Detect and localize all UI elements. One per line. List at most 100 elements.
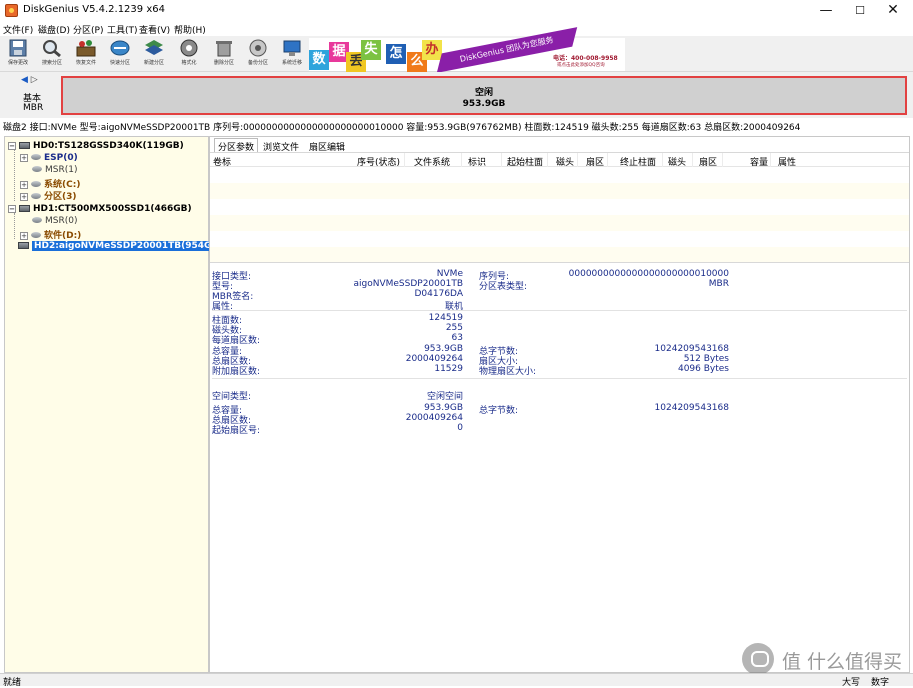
table-row[interactable] — [210, 167, 909, 183]
detail-value: 2000409264 — [405, 413, 463, 423]
system-migration-button[interactable]: 系统迁移 — [275, 38, 309, 70]
tree-disk-hd0[interactable]: − HD0:TS128GSSD340K(119GB) — [8, 141, 184, 153]
table-row[interactable] — [210, 247, 909, 263]
detail-value: 1024209543168 — [654, 403, 729, 413]
status-bar: 就绪 大写 数字 — [0, 673, 913, 688]
tree-partition-3[interactable]: + 分区(3) — [20, 189, 77, 202]
disk-details: 接口类型: NVMe 序列号: 000000000000000000000001… — [210, 263, 909, 672]
title-bar: DiskGenius V5.4.2.1239 x64 — ☐ ✕ — [0, 0, 913, 22]
collapse-icon[interactable]: − — [8, 205, 16, 213]
partition-icon — [31, 154, 41, 160]
expand-icon[interactable]: + — [20, 181, 28, 189]
menu-file[interactable]: 文件(F) — [3, 23, 33, 36]
free-space-block[interactable]: 空闲 953.9GB — [61, 76, 907, 115]
menu-disk[interactable]: 磁盘(D) — [38, 23, 70, 36]
tree-partition-msr[interactable]: MSR(0) — [32, 216, 77, 228]
menu-tools[interactable]: 工具(T) — [107, 23, 138, 36]
close-button[interactable]: ✕ — [878, 0, 908, 22]
expand-icon[interactable]: + — [20, 232, 28, 240]
search-partition-icon — [43, 40, 61, 58]
caps-lock-indicator: 大写 — [842, 678, 861, 688]
prev-disk-icon[interactable]: ◀ — [21, 75, 28, 85]
table-row[interactable] — [210, 215, 909, 231]
format-button[interactable]: 格式化 — [172, 38, 206, 70]
collapse-icon[interactable]: − — [8, 142, 16, 150]
table-row[interactable] — [210, 183, 909, 199]
search-partition-button[interactable]: 搜索分区 — [35, 38, 69, 70]
expand-icon[interactable]: + — [20, 193, 28, 201]
ad-banner[interactable]: 数 据 丢 失 怎 么 办 DiskGenius 团队为您服务 电话：400-0… — [309, 27, 625, 73]
disk-info-strip: 磁盘2 接口:NVMe 型号:aigoNVMeSSDP20001TB 序列号:0… — [0, 118, 913, 134]
partition-table-body — [210, 167, 909, 263]
new-partition-button[interactable]: 新建分区 — [137, 38, 171, 70]
partition-icon — [32, 217, 42, 223]
detail-value: 512 Bytes — [683, 354, 729, 364]
detail-value: MBR — [708, 279, 729, 289]
detail-divider — [212, 310, 907, 311]
new-partition-icon — [145, 40, 163, 55]
menu-view[interactable]: 查看(V) — [139, 23, 170, 36]
backup-partition-button[interactable]: 备份分区 — [241, 38, 275, 70]
quick-partition-button[interactable]: 快速分区 — [103, 38, 137, 70]
watermark-logo-icon — [742, 643, 774, 675]
detail-label: 空间类型: — [212, 392, 252, 402]
delete-partition-icon — [216, 41, 232, 57]
expand-icon[interactable]: + — [20, 154, 28, 162]
recover-files-icon — [76, 40, 96, 57]
app-icon — [5, 4, 18, 17]
hard-disk-icon — [19, 142, 30, 149]
watermark-text: 值 什么值得买 — [782, 651, 903, 673]
format-icon — [180, 39, 198, 57]
hard-disk-icon — [19, 205, 30, 212]
delete-partition-button[interactable]: 删除分区 — [207, 38, 241, 70]
menu-partition[interactable]: 分区(P) — [73, 23, 103, 36]
menu-bar: 文件(F) 磁盘(D) 分区(P) 工具(T) 查看(V) 帮助(H) — [0, 22, 913, 36]
detail-value: 953.9GB — [424, 403, 463, 413]
tree-line — [14, 149, 15, 201]
detail-label: 附加扇区数: — [212, 367, 261, 377]
detail-value: 1024209543168 — [654, 344, 729, 354]
free-space-label: 空闲 — [474, 88, 493, 98]
tab-sector-editor[interactable]: 扇区编辑 — [306, 139, 348, 153]
banner-phone: 电话：400-008-9958 — [553, 55, 618, 62]
tab-bar: 分区参数 浏览文件 扇区编辑 — [210, 137, 909, 153]
detail-label: 物理扇区大小: — [479, 367, 537, 377]
save-button[interactable]: 保存更改 — [1, 38, 35, 70]
partition-icon — [31, 193, 41, 199]
system-migration-icon — [283, 40, 301, 56]
quick-partition-icon — [110, 40, 130, 56]
partition-icon — [31, 232, 41, 238]
disk-info-text: 磁盘2 接口:NVMe 型号:aigoNVMeSSDP20001TB 序列号:0… — [3, 123, 801, 133]
tree-disk-hd1[interactable]: − HD1:CT500MX500SSD1(466GB) — [8, 204, 192, 216]
partition-table-header: 卷标 序号(状态) 文件系统 标识 起始柱面 磁头 扇区 终止柱面 磁头 扇区 … — [210, 153, 909, 168]
tree-disk-hd2[interactable]: HD2:aigoNVMeSSDP20001TB(954GB) — [18, 241, 225, 253]
banner-note: 或点击此处添加QQ咨询 — [557, 63, 605, 68]
tab-partition-params[interactable]: 分区参数 — [214, 138, 259, 153]
tree-partition-esp[interactable]: + ESP(0) — [20, 153, 78, 165]
maximize-button[interactable]: ☐ — [845, 0, 875, 22]
detail-value: 63 — [451, 333, 463, 343]
table-row[interactable] — [210, 199, 909, 215]
detail-value: NVMe — [436, 269, 463, 279]
detail-value: aigoNVMeSSDP20001TB — [353, 279, 463, 289]
disk-tree: − HD0:TS128GSSD340K(119GB) + ESP(0) MSR(1)… — [4, 136, 225, 673]
banner-char: 数 — [309, 50, 329, 70]
detail-value: D04176DA — [414, 289, 464, 299]
detail-value: 11529 — [434, 364, 463, 374]
partition-icon — [31, 181, 41, 187]
detail-value: 255 — [445, 323, 463, 333]
detail-label: 起始扇区号: — [212, 426, 261, 436]
recover-files-button[interactable]: 恢复文件 — [69, 38, 103, 70]
num-lock-indicator: 数字 — [871, 678, 890, 688]
detail-value: 4096 Bytes — [677, 364, 729, 374]
next-disk-icon[interactable]: ▷ — [31, 75, 38, 85]
tree-partition-software-d[interactable]: + 软件(D:) — [20, 228, 81, 241]
table-row[interactable] — [210, 231, 909, 247]
tab-browse-files[interactable]: 浏览文件 — [260, 139, 302, 153]
disk-map-bar: ◀ ▷ 基本 MBR 空闲 953.9GB — [0, 72, 913, 118]
tree-partition-msr[interactable]: MSR(1) — [32, 165, 77, 177]
menu-help[interactable]: 帮助(H) — [174, 23, 206, 36]
minimize-button[interactable]: — — [811, 0, 841, 22]
tree-partition-system-c[interactable]: + 系统(C:) — [20, 177, 80, 190]
disk-nav[interactable]: ◀ ▷ — [21, 75, 38, 85]
